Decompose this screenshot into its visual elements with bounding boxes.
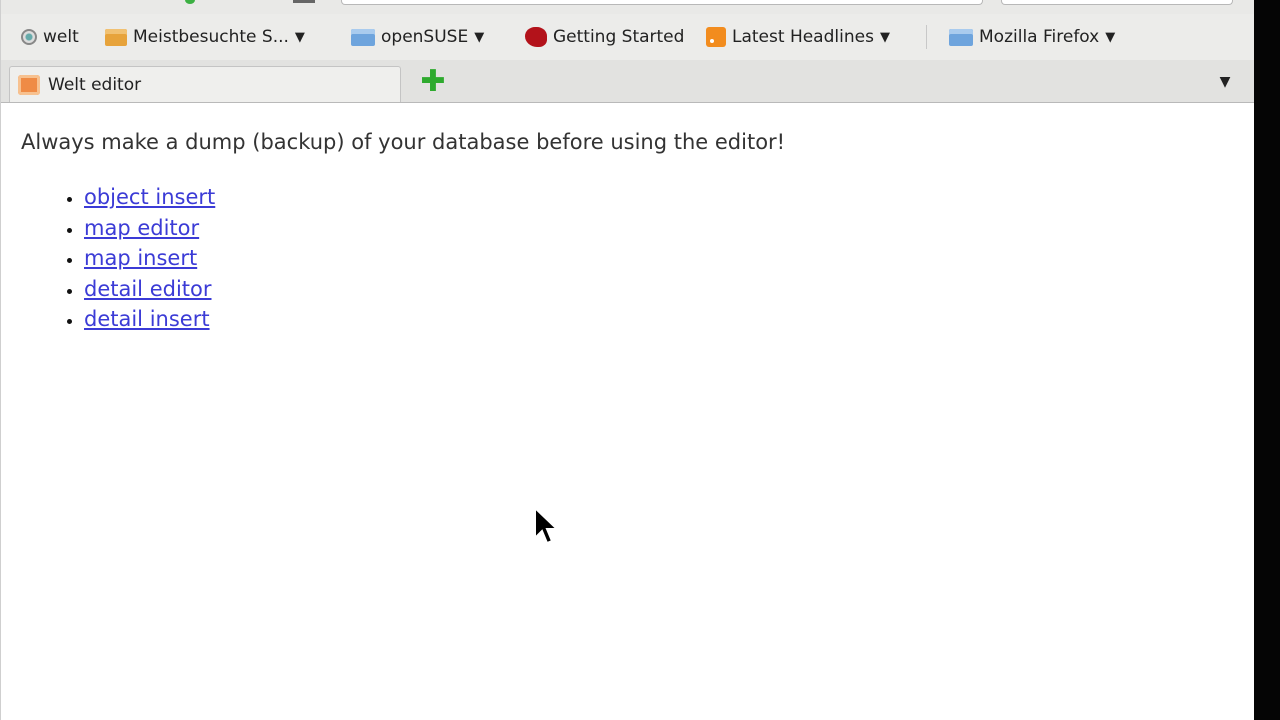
bookmark-separator [926, 25, 927, 49]
gecko-icon [525, 27, 547, 47]
editor-links-list: object insert map editor map insert deta… [21, 182, 1221, 335]
bookmark-opensuse[interactable]: openSUSE ▼ [351, 26, 484, 48]
rss-icon [706, 27, 726, 47]
bookmark-meistbesuchte[interactable]: Meistbesuchte S... ▼ [105, 26, 305, 48]
bookmarks-toolbar: welt Meistbesuchte S... ▼ openSUSE ▼ Get… [1, 14, 1255, 60]
folder-icon [351, 28, 375, 46]
list-item: map insert [84, 243, 1221, 274]
tab-favicon-icon [18, 74, 40, 95]
detail-insert-link[interactable]: detail insert [84, 307, 210, 331]
browser-window: welt Meistbesuchte S... ▼ openSUSE ▼ Get… [0, 0, 1255, 720]
bookmark-getting-started[interactable]: Getting Started [525, 26, 684, 48]
tab-welt-editor[interactable]: Welt editor [9, 66, 401, 102]
screen-edge [1254, 0, 1280, 720]
tab-label: Welt editor [48, 74, 142, 95]
list-item: detail insert [84, 304, 1221, 335]
url-bar[interactable] [341, 0, 983, 5]
list-all-tabs-button[interactable]: ▼ [1213, 70, 1237, 94]
new-tab-button[interactable]: ✚ [419, 67, 447, 97]
chevron-down-icon: ▼ [879, 29, 890, 45]
bookmark-label: Mozilla Firefox [979, 27, 1100, 47]
chevron-down-icon: ▼ [294, 29, 305, 45]
bookmark-label: welt [43, 27, 79, 47]
list-item: detail editor [84, 274, 1221, 305]
bookmark-welt[interactable]: welt [21, 26, 79, 48]
list-item: object insert [84, 182, 1221, 213]
detail-editor-link[interactable]: detail editor [84, 277, 212, 301]
map-insert-link[interactable]: map insert [84, 246, 197, 270]
reload-icon[interactable] [185, 0, 195, 4]
folder-icon [949, 28, 973, 46]
mouse-pointer-icon [534, 506, 559, 545]
map-editor-link[interactable]: map editor [84, 216, 199, 240]
bookmark-latest-headlines[interactable]: Latest Headlines ▼ [706, 26, 890, 48]
folder-icon [105, 28, 127, 46]
home-icon[interactable] [293, 0, 315, 3]
bookmark-label: openSUSE [381, 27, 469, 47]
page-content: Always make a dump (backup) of your data… [21, 128, 1221, 335]
backup-warning: Always make a dump (backup) of your data… [21, 130, 786, 154]
navigation-toolbar [1, 0, 1255, 14]
tab-bar: Welt editor ✚ ▼ [1, 60, 1255, 103]
bookmark-label: Latest Headlines [732, 27, 874, 47]
bookmark-label: Meistbesuchte S... [133, 27, 289, 47]
chevron-down-icon: ▼ [474, 29, 485, 45]
bookmark-mozilla-firefox[interactable]: Mozilla Firefox ▼ [949, 26, 1115, 48]
chevron-down-icon: ▼ [1105, 29, 1116, 45]
object-insert-link[interactable]: object insert [84, 185, 215, 209]
search-bar[interactable] [1001, 0, 1233, 5]
bookmark-label: Getting Started [553, 27, 685, 47]
list-item: map editor [84, 213, 1221, 244]
globe-icon [21, 29, 37, 45]
